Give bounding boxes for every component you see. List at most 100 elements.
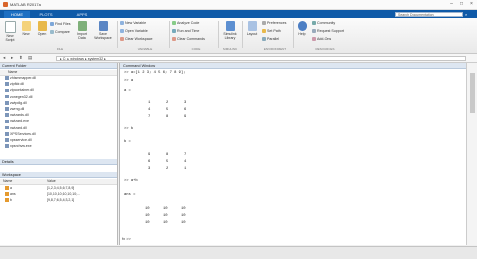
open-folder-icon [37, 21, 47, 31]
tab-apps[interactable]: APPS [72, 11, 92, 18]
current-path-field[interactable]: ▸ C: ▸ windows ▸ system32 ▸ [56, 55, 466, 61]
matrix-cell: 2 [166, 101, 169, 105]
command-prompt[interactable]: fx >> [122, 236, 131, 241]
workspace-row[interactable]: a [1,2,3;4,5,6;7,8,9] [0, 186, 117, 192]
file-list-item[interactable]: xpsrchvw.exe [5, 144, 32, 150]
set-path-button[interactable]: Set Path [262, 29, 281, 34]
command-window-header: Command Window [120, 63, 467, 69]
simulink-icon [225, 21, 235, 31]
file-list-item[interactable]: zwtpdlg.dll [5, 101, 27, 107]
file-list-item[interactable]: xwizard.exe [5, 119, 29, 125]
new-script-icon [4, 21, 16, 33]
workspace-value-column: Value [47, 179, 56, 183]
layout-icon [247, 21, 257, 31]
matrix-cell: 10 [163, 221, 168, 225]
matrix-cell: 7 [148, 115, 151, 119]
matrix-cell: 10 [145, 214, 150, 218]
output-line: b = [124, 140, 131, 144]
file-list-item[interactable]: zipfldr.dll [5, 82, 24, 88]
matrix-cell: 9 [184, 115, 187, 119]
help-button[interactable]: Help [295, 21, 309, 36]
close-button[interactable]: × [467, 1, 476, 8]
scrollbar-thumb[interactable] [470, 73, 475, 113]
find-files-button[interactable]: Find Files [50, 22, 71, 27]
file-icon [5, 119, 9, 124]
ribbon-toolbar: New Script New Open Find Files Compare I… [0, 18, 477, 54]
matrix-cell: 3 [184, 101, 187, 105]
analyze-code-button[interactable]: Analyze Code [172, 21, 199, 26]
forward-arrow-icon[interactable]: ▸ [11, 55, 13, 61]
file-list-item[interactable]: zhlsmmapper.dll [5, 76, 36, 82]
variable-value: [10,10,10;10,10,10;... [47, 192, 81, 196]
ribbon-separator [117, 21, 118, 48]
window-title: MATLAB R2017a [10, 2, 41, 7]
variable-name-cell: b [5, 198, 12, 204]
simulink-library-button[interactable]: Simulink Library [220, 21, 240, 40]
matrix-cell: 8 [166, 153, 169, 157]
community-button[interactable]: Community [312, 21, 335, 26]
ribbon-tab-bar: HOME PLOTS APPS Search Documentation ⌕ [0, 10, 477, 18]
search-input[interactable]: Search Documentation [395, 11, 463, 17]
clear-workspace-button[interactable]: Clear Workspace [120, 37, 153, 42]
save-workspace-label: Save Workspace [94, 32, 112, 40]
clear-commands-button[interactable]: Clear Commands [172, 37, 205, 42]
workspace-row[interactable]: ans [10,10,10;10,10,10;... [0, 192, 117, 198]
save-workspace-button[interactable]: Save Workspace [92, 21, 114, 40]
matrix-cell: 10 [181, 207, 186, 211]
preferences-button[interactable]: Preferences [262, 21, 286, 26]
matrix-cell: 1 [148, 101, 151, 105]
new-icon [21, 21, 31, 31]
import-data-button[interactable]: Import Data [74, 21, 90, 40]
support-icon [312, 29, 316, 34]
file-name: zwtpdlg.dll [10, 100, 27, 105]
search-icon[interactable]: ⌕ [465, 12, 471, 17]
file-list-item[interactable]: xpsservice.dll [5, 138, 32, 144]
minimize-button[interactable]: – [447, 1, 456, 8]
matrix-cell: 4 [148, 108, 151, 112]
vertical-scrollbar[interactable] [466, 63, 477, 245]
new-variable-button[interactable]: New Variable [120, 21, 146, 26]
file-name: xwizards.dll [10, 113, 29, 118]
new-button[interactable]: New [18, 21, 34, 36]
compare-icon [50, 30, 54, 35]
compare-button[interactable]: Compare [50, 30, 70, 35]
file-icon [5, 144, 9, 148]
file-list-item[interactable]: zipcontainer.dll [5, 88, 34, 94]
add-ons-button[interactable]: Add-Ons [312, 37, 331, 42]
matrix-cell: 10 [145, 207, 150, 211]
title-bar: MATLAB R2017a – □ × [0, 0, 477, 10]
open-variable-label: Open Variable [125, 29, 148, 33]
find-files-icon [50, 22, 54, 27]
request-support-button[interactable]: Request Support [312, 29, 344, 34]
parallel-button[interactable]: Parallel [262, 37, 279, 42]
matrix-cell: 4 [184, 160, 187, 164]
new-script-button[interactable]: New Script [2, 21, 18, 42]
matrix-cell: 10 [163, 207, 168, 211]
open-button[interactable]: Open [34, 21, 50, 36]
run-and-time-button[interactable]: Run and Time [172, 29, 199, 34]
save-workspace-icon [98, 21, 108, 31]
tab-home[interactable]: HOME [4, 11, 30, 18]
left-panel: Current Folder Name zhlsmmapper.dll zipfl… [0, 63, 118, 245]
back-arrow-icon[interactable]: ◂ [3, 55, 5, 61]
open-variable-button[interactable]: Open Variable [120, 29, 148, 34]
new-label: New [22, 32, 30, 36]
file-list-item[interactable]: xwizards.dll [5, 113, 29, 119]
file-list-item[interactable]: XPSServices.dll [5, 132, 36, 138]
matrix-cell: 6 [184, 108, 187, 112]
tab-plots[interactable]: PLOTS [36, 11, 56, 18]
ribbon-separator [218, 21, 219, 48]
browse-folder-icon[interactable]: ▤ [28, 55, 32, 61]
variable-icon [5, 192, 9, 196]
set-path-icon [262, 29, 266, 34]
file-list-item[interactable]: zwrng.dll [5, 107, 24, 113]
file-icon [5, 82, 9, 86]
run-and-time-icon [172, 29, 176, 34]
workspace-row[interactable]: b [9,8,7;6,5,4;3,2,1] [0, 198, 117, 204]
up-folder-icon[interactable]: ⬆ [19, 55, 23, 61]
maximize-button[interactable]: □ [457, 1, 466, 8]
command-window[interactable]: Command Window >> a=[1 2 3; 4 5 6; 7 8 9… [119, 63, 467, 245]
file-list-item[interactable]: zonegen32.dll [5, 95, 32, 101]
layout-button[interactable]: Layout [244, 21, 260, 36]
file-list-item[interactable]: xwizard.dll [5, 126, 27, 132]
